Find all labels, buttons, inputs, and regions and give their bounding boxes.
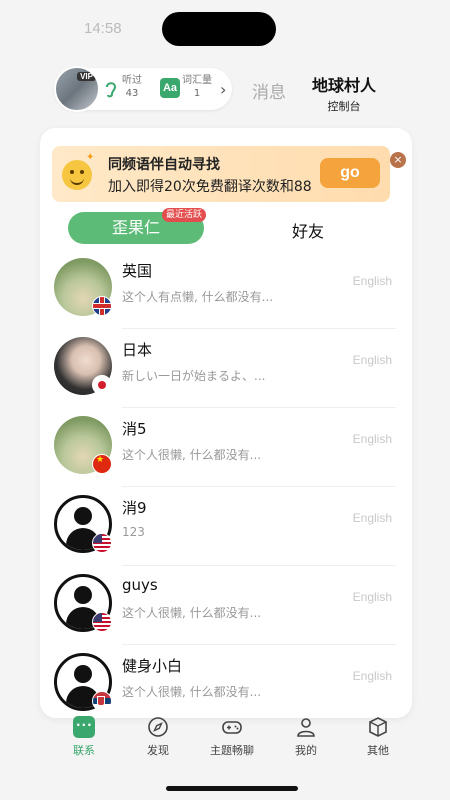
nav-label: 联系 [73, 744, 95, 757]
serbia-flag-icon [92, 691, 112, 711]
dynamic-island [162, 12, 276, 46]
nav-discover[interactable]: 发现 [128, 716, 188, 758]
nav-other[interactable]: 其他 [348, 716, 408, 758]
contact-language: English [352, 432, 392, 446]
contact-message: 这个人很懒, 什么都没有... [122, 606, 262, 620]
vocab-icon: Aa [160, 78, 180, 98]
listen-stat: 听过 43 [122, 74, 142, 100]
tab-friends[interactable]: 好友 [292, 218, 324, 242]
nav-label: 主题畅聊 [210, 744, 254, 757]
tab-messages[interactable]: 消息 [252, 78, 286, 103]
go-button[interactable]: go [320, 158, 380, 188]
us-flag-icon [92, 612, 112, 632]
vocab-stat: 词汇量 1 [182, 74, 212, 100]
ear-icon [106, 82, 117, 98]
smiley-icon [62, 160, 92, 190]
nav-me[interactable]: 我的 [276, 716, 336, 758]
list-item[interactable]: 消9 123 English [40, 487, 412, 566]
bottom-nav: 联系 发现 主题畅聊 我的 [40, 716, 412, 766]
contact-message: 123 [122, 525, 145, 539]
list-item[interactable]: 日本 新しい一日が始まるよ、... English [40, 329, 412, 408]
contact-language: English [352, 669, 392, 683]
vip-badge: VIP [77, 72, 96, 81]
listen-label: 听过 [122, 75, 142, 86]
box-icon [369, 717, 387, 737]
banner-title: 同频语伴自动寻找 [108, 157, 220, 173]
contact-name: 消9 [122, 499, 147, 517]
contact-list: 英国 这个人有点懒, 什么都没有... English 日本 新しい一日が始まる… [40, 250, 412, 718]
my-avatar[interactable]: VIP [54, 66, 100, 112]
header: VIP 听过 43 Aa 词汇量 1 › 消息 地球村人 控制台 [50, 66, 410, 114]
nav-contacts[interactable]: 联系 [54, 716, 114, 758]
chat-icon [73, 716, 95, 738]
china-flag-icon [92, 454, 112, 474]
phone-screen: 14:58 VIP 听过 43 Aa 词汇量 1 › 消息 地球村人 控制台 ✦… [0, 0, 450, 800]
tab-earth-sub: 控制台 [327, 100, 361, 113]
contact-message: 这个人很懒, 什么都没有... [122, 448, 262, 462]
partner-banner[interactable]: ✦ 同频语伴自动寻找 加入即得20次免费翻译次数和88 go × [52, 146, 406, 202]
us-flag-icon [92, 533, 112, 553]
nav-label: 其他 [367, 744, 389, 757]
vocab-label: 词汇量 [182, 75, 212, 86]
home-indicator [166, 786, 298, 791]
compass-icon [148, 717, 168, 737]
list-item[interactable]: 健身小白 这个人很懒, 什么都没有... English [40, 645, 412, 718]
list-item[interactable]: 英国 这个人有点懒, 什么都没有... English [40, 250, 412, 329]
banner-subtitle: 加入即得20次免费翻译次数和88 [108, 179, 312, 195]
gamepad-icon [222, 721, 242, 734]
contact-message: 这个人有点懒, 什么都没有... [122, 290, 272, 304]
contact-name: 健身小白 [122, 657, 183, 675]
japan-flag-icon [92, 375, 112, 395]
contact-message: 新しい一日が始まるよ、... [122, 369, 266, 383]
contact-name: 英国 [122, 262, 153, 280]
contact-message: 这个人很懒, 什么都没有... [122, 685, 262, 699]
list-item[interactable]: 消5 这个人很懒, 什么都没有... English [40, 408, 412, 487]
contact-name: guys [122, 576, 158, 594]
contact-language: English [352, 590, 392, 604]
nav-topic-chat[interactable]: 主题畅聊 [202, 716, 262, 758]
contact-language: English [352, 353, 392, 367]
nav-label: 发现 [147, 744, 169, 757]
tab-earth-title: 地球村人 [312, 76, 377, 95]
status-time: 14:58 [84, 20, 122, 37]
contact-name: 日本 [122, 341, 153, 359]
list-item[interactable]: guys 这个人很懒, 什么都没有... English [40, 566, 412, 645]
contact-language: English [352, 274, 392, 288]
uk-flag-icon [92, 296, 112, 316]
contact-name: 消5 [122, 420, 147, 438]
main-card: ✦ 同频语伴自动寻找 加入即得20次免费翻译次数和88 go × 歪果仁 最近活… [40, 128, 412, 718]
listen-value: 43 [125, 88, 139, 99]
chevron-right-icon[interactable]: › [220, 80, 226, 99]
recently-active-badge: 最近活跃 [162, 208, 207, 222]
sparkle-icon: ✦ [86, 152, 95, 163]
close-icon[interactable]: × [390, 152, 406, 168]
profile-summary[interactable]: VIP 听过 43 Aa 词汇量 1 › [54, 66, 232, 112]
person-icon [297, 718, 315, 737]
nav-label: 我的 [295, 744, 317, 757]
vocab-value: 1 [193, 88, 201, 99]
tab-earth-villagers[interactable]: 地球村人 控制台 [312, 72, 376, 114]
contact-language: English [352, 511, 392, 525]
